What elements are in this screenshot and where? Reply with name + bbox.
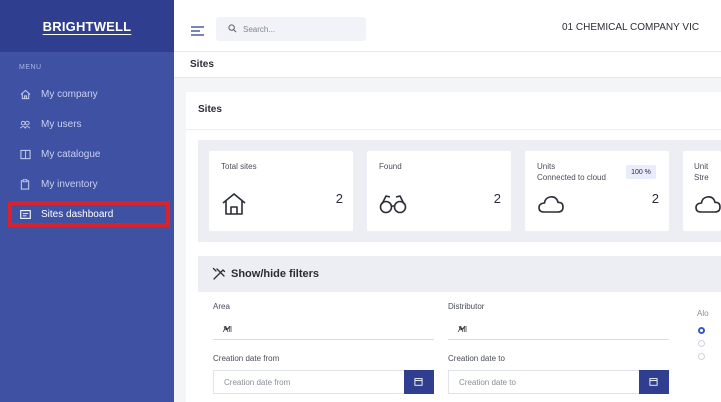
creation-date-from-label: Creation date from: [213, 354, 280, 363]
brand-bar: BRIGHTWELL: [0, 0, 174, 52]
creation-date-to-placeholder: Creation date to: [459, 378, 516, 387]
cloud-icon: [537, 191, 565, 217]
sidebar-item-my-catalogue[interactable]: My catalogue: [0, 139, 174, 169]
filters-title: Show/hide filters: [231, 268, 320, 280]
stat-card-value: 2: [335, 191, 343, 206]
home-icon: [19, 88, 31, 100]
stat-card-label-line2: Stre: [694, 173, 709, 182]
brand-logo[interactable]: BRIGHTWELL: [43, 19, 132, 34]
filter-tools-icon: [212, 267, 226, 281]
stat-card-label-line1: Unit: [694, 162, 709, 171]
search-input[interactable]: Search...: [216, 17, 366, 41]
sidebar-item-label: Sites dashboard: [41, 208, 114, 220]
binoculars-icon: [379, 191, 407, 217]
alarm-filter-label: Alo: [697, 309, 709, 318]
creation-date-to-label: Creation date to: [448, 354, 505, 363]
sidebar-item-label: My inventory: [41, 178, 98, 190]
calendar-button[interactable]: [639, 370, 669, 394]
panel-title: Sites: [198, 104, 222, 115]
stat-card-label: Found: [379, 162, 402, 171]
sidebar-item-my-inventory[interactable]: My inventory: [0, 169, 174, 199]
stat-card-label: Units Connected to cloud: [537, 161, 606, 183]
radio-option[interactable]: [698, 353, 705, 360]
clipboard-icon: [19, 178, 31, 190]
sidebar-item-label: My company: [41, 88, 98, 100]
percent-badge: 100 %: [626, 165, 656, 179]
cloud-icon: [694, 191, 721, 217]
menu-toggle-icon[interactable]: [191, 23, 204, 36]
stat-card-value: 2: [493, 191, 501, 206]
filters-toggle[interactable]: Show/hide filters: [198, 256, 721, 292]
breadcrumb: Sites: [174, 52, 721, 78]
company-name[interactable]: 01 CHEMICAL COMPANY VIC: [562, 22, 699, 33]
creation-date-from-placeholder: Creation date from: [224, 378, 291, 387]
stat-card-value: 2: [651, 191, 659, 206]
stat-card-units-connected: Units Connected to cloud 100 % 2: [525, 151, 669, 231]
stat-card-found: Found 2: [367, 151, 511, 231]
sidebar: BRIGHTWELL MENU My company My users My c…: [0, 0, 174, 402]
topbar: Search... 01 CHEMICAL COMPANY VIC: [174, 0, 721, 52]
sidebar-item-label: My users: [41, 118, 82, 130]
area-label: Area: [213, 302, 230, 311]
sidebar-item-my-users[interactable]: My users: [0, 109, 174, 139]
sidebar-item-my-company[interactable]: My company: [0, 79, 174, 109]
sidebar-item-label: My catalogue: [41, 148, 101, 160]
house-icon: [221, 191, 249, 217]
stat-card-label: Total sites: [221, 162, 257, 171]
distributor-select[interactable]: All: [448, 318, 669, 340]
stat-card-label-line2: Connected to cloud: [537, 173, 606, 182]
calendar-icon: [649, 377, 658, 388]
breadcrumb-current: Sites: [190, 59, 214, 70]
calendar-icon: [414, 377, 423, 388]
creation-date-to-input[interactable]: Creation date to: [448, 370, 669, 394]
calendar-button[interactable]: [404, 370, 434, 394]
dashboard-icon: [19, 208, 31, 220]
chevron-down-icon: [458, 324, 466, 332]
search-icon: [228, 20, 237, 38]
creation-date-from-input[interactable]: Creation date from: [213, 370, 434, 394]
radio-option[interactable]: [698, 327, 705, 334]
stat-card-label-line1: Units: [537, 162, 556, 171]
stat-card-total-sites: Total sites 2: [209, 151, 353, 231]
book-icon: [19, 148, 31, 160]
stat-card-units-streaming: Unit Stre: [683, 151, 721, 231]
search-placeholder: Search...: [243, 24, 276, 34]
radio-option[interactable]: [698, 340, 705, 347]
panel-header: Sites: [186, 92, 721, 130]
area-select[interactable]: All: [213, 318, 434, 340]
sidebar-item-sites-dashboard[interactable]: Sites dashboard: [0, 199, 174, 229]
distributor-label: Distributor: [448, 302, 485, 311]
stat-card-label: Unit Stre: [694, 161, 709, 183]
chevron-down-icon: [223, 324, 231, 332]
menu-label: MENU: [19, 64, 42, 71]
users-icon: [19, 118, 31, 130]
sidebar-nav: My company My users My catalogue My inve…: [0, 79, 174, 229]
